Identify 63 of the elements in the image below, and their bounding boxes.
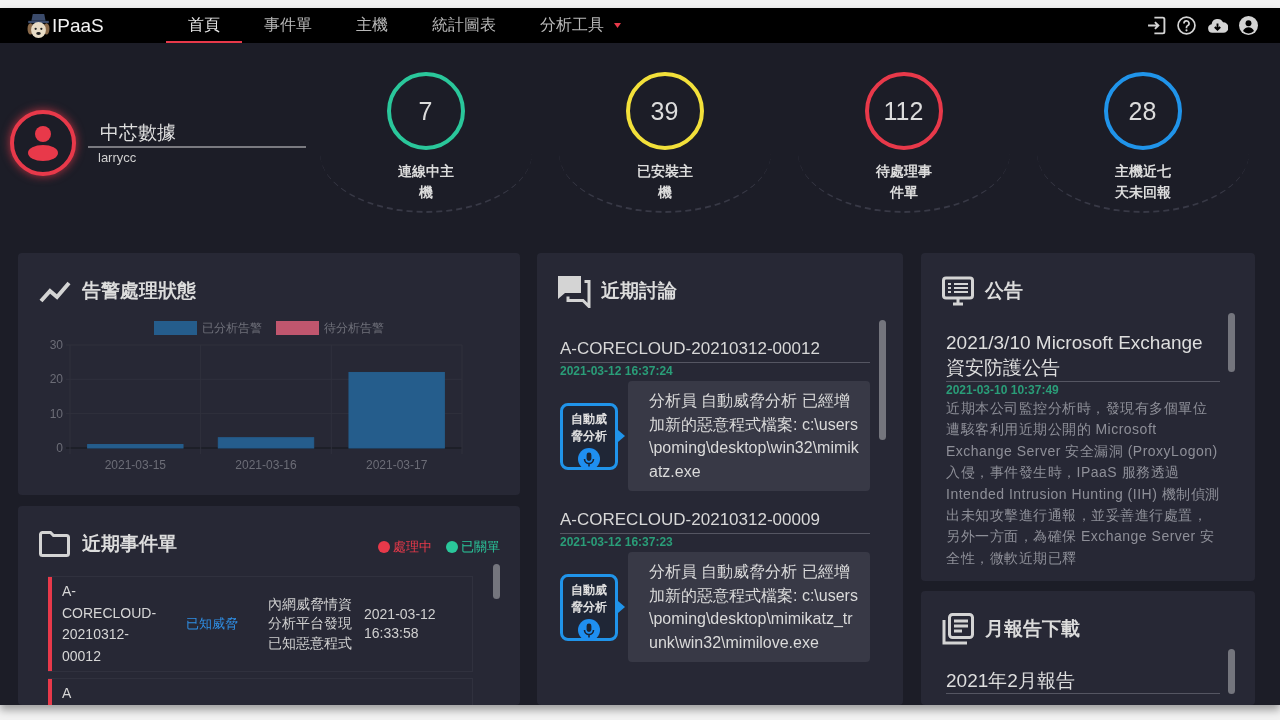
help-icon[interactable] — [1177, 16, 1196, 35]
panel-title: 告警處理狀態 — [82, 279, 196, 303]
scrollbar-thumb[interactable] — [1228, 649, 1235, 695]
stat-value: 39 — [650, 96, 679, 126]
timestamp: 2021-03-12 16:37:24 — [560, 363, 674, 379]
stat-label: 主機近七天未回報 — [1113, 162, 1172, 202]
chat-icon — [557, 274, 591, 308]
axis-label: 2021-03-16 — [235, 458, 297, 472]
axis-label: 0 — [56, 441, 63, 455]
message-bubble: 分析員 自動威脅分析 已經增加新的惡意程式檔案: c:\users\poming\desktop\mimikatz_trunk\win32\mimilove.exe — [628, 552, 870, 662]
ticket-id[interactable]: A-CORECLOUD-20210312-00012 — [560, 338, 870, 363]
ticket-time: 2021-03-12 16:33:58 — [364, 605, 437, 643]
report-link[interactable]: 2021年2月報告 — [946, 668, 1220, 695]
nav-tab[interactable]: 首頁 — [166, 8, 242, 43]
axis-label: 30 — [49, 338, 63, 352]
scrollbar-thumb[interactable] — [879, 320, 886, 440]
panel-title: 月報告下載 — [985, 617, 1080, 642]
nav-tab[interactable]: 事件單 — [242, 8, 334, 43]
announcement-title[interactable]: 2021/3/10 Microsoft Exchange 資安防護公告 — [946, 313, 1220, 382]
axis-label: 2021-03-17 — [365, 458, 428, 472]
legend-swatch[interactable] — [276, 321, 319, 335]
timestamp: 2021-03-10 10:37:49 — [946, 382, 1060, 398]
ticket-id[interactable]: A-CORECLOUD-20210312-00009 — [560, 509, 870, 534]
stat-value: 112 — [883, 96, 924, 126]
timestamp: 2021-03-12 16:37:23 — [560, 534, 674, 550]
avatar-icon — [10, 110, 76, 176]
ticket-id: A — [62, 684, 73, 703]
nav-tab[interactable]: 統計圖表 — [410, 8, 518, 43]
nav-tab[interactable]: 主機 — [334, 8, 410, 43]
author-name: 自動威脅分析 — [570, 410, 608, 445]
logo-icon[interactable] — [27, 13, 50, 38]
axis-label: 20 — [49, 372, 63, 387]
message-bubble: 分析員 自動威脅分析 已經增加新的惡意程式檔案: c:\users\poming\desktop\win32\mimikatz.exe — [628, 381, 870, 491]
stat-value: 28 — [1128, 96, 1157, 126]
axis-label: 10 — [49, 406, 63, 421]
ticket-row[interactable]: A — [48, 678, 473, 705]
stat-label: 已安裝主機 — [635, 162, 694, 202]
panel-title: 公告 — [985, 279, 1023, 303]
user-icon[interactable] — [1239, 16, 1258, 35]
stat-label: 連線中主機 — [396, 162, 455, 202]
ticket-description: 內網威脅情資分析平台發現已知惡意程式 — [268, 594, 353, 653]
list-icon — [941, 274, 975, 308]
scrollbar-thumb[interactable] — [1228, 313, 1235, 372]
logo-text[interactable]: IPaaS — [52, 14, 104, 37]
panel-title: 近期討論 — [601, 279, 677, 303]
author-name: 自動威脅分析 — [570, 581, 608, 616]
documents-icon — [941, 612, 975, 647]
threat-type[interactable]: 已知威脅 — [160, 615, 264, 633]
stat-label: 待處理事件單 — [874, 162, 933, 202]
legend-label: 處理中 — [393, 538, 432, 556]
legend-label: 已關單 — [461, 538, 500, 556]
announcement-body: 近期本公司監控分析時，發現有多個單位遭駭客利用近期公開的 Microsoft Exchange Server 安全漏洞 (ProxyLogon) 入侵，事件發生時，IPaaS 服務透過 Intended Intrusion Hunting (IIH) 機制偵測出未知攻擊進行通報，並妥善進行處置，另外一方面，為確保 Exchange Server 安全性，微軟近期已釋 — [946, 399, 1220, 568]
legend-swatch[interactable] — [154, 321, 197, 335]
user-name: 中芯數據 — [100, 121, 176, 145]
nav-tab[interactable]: 分析工具 — [518, 8, 643, 43]
username: larrycc — [98, 150, 137, 165]
cloud-download-icon[interactable] — [1207, 18, 1228, 33]
panel-title: 近期事件單 — [82, 532, 177, 556]
sign-in-icon[interactable] — [1147, 16, 1166, 35]
ticket-id: A-CORECLOUD-20210312-00012 — [62, 582, 154, 666]
scrollbar-thumb[interactable] — [493, 564, 500, 599]
stat-value: 7 — [418, 96, 433, 126]
axis-label: 2021-03-15 — [104, 458, 167, 472]
